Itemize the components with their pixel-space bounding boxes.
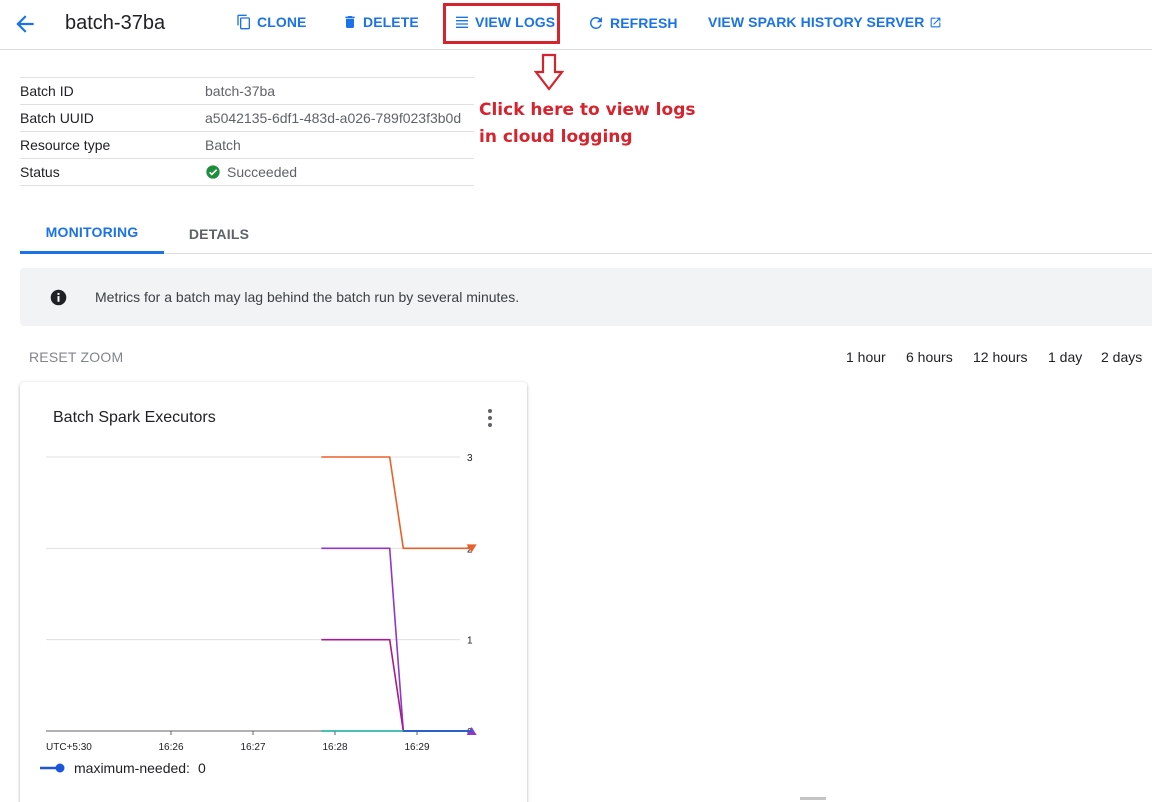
refresh-label: REFRESH: [610, 15, 678, 31]
info-icon: [50, 289, 67, 305]
info-key: Resource type: [20, 137, 111, 153]
check-circle-icon: [206, 165, 220, 179]
y-tick-label: 3: [467, 453, 473, 464]
x-tick-label: 16:26: [158, 742, 183, 753]
range-1-hour[interactable]: 1 hour: [846, 349, 886, 365]
info-row-batch-id: Batch ID batch-37ba: [20, 78, 474, 105]
annotation-line-1: Click here to view logs: [479, 100, 696, 120]
legend-label: maximum-needed:: [74, 760, 190, 776]
annotation-text: Click here to view logs in cloud logging: [479, 97, 695, 151]
executors-line-chart[interactable]: 0123UTC+5:3016:2616:2716:2816:29: [20, 382, 527, 802]
top-bar: batch-37ba CLONE DELETE VIEW LOGS REFRES…: [0, 0, 1152, 50]
batch-info-table: Batch ID batch-37ba Batch UUID a5042135-…: [20, 77, 474, 186]
trash-icon: [345, 16, 355, 28]
range-6-hours[interactable]: 6 hours: [906, 349, 953, 365]
metrics-lag-banner: Metrics for a batch may lag behind the b…: [20, 268, 1152, 326]
clone-label: CLONE: [257, 14, 307, 30]
range-12-hours[interactable]: 12 hours: [973, 349, 1027, 365]
refresh-icon: [590, 17, 602, 29]
tab-bar: MONITORING DETAILS: [20, 213, 1152, 254]
timezone-label: UTC+5:30: [46, 742, 92, 753]
open-in-new-icon: [931, 17, 941, 27]
legend-value: 0: [197, 760, 206, 776]
info-row-batch-uuid: Batch UUID a5042135-6df1-483d-a026-789f0…: [20, 105, 474, 132]
status-text: Succeeded: [227, 164, 298, 180]
spark-history-label: VIEW SPARK HISTORY SERVER: [708, 14, 925, 30]
chart-card: Batch Spark Executors 0123UTC+5:3016:261…: [20, 382, 527, 802]
annotation-down-arrow-icon: [534, 53, 564, 91]
info-row-status: Status Succeeded: [20, 159, 474, 186]
copy-icon: [237, 14, 250, 30]
info-row-resource-type: Resource type Batch: [20, 132, 474, 159]
reset-zoom-button[interactable]: RESET ZOOM: [29, 349, 123, 365]
x-tick-label: 16:29: [404, 742, 429, 753]
delete-button[interactable]: DELETE: [342, 14, 419, 30]
refresh-button[interactable]: REFRESH: [587, 14, 678, 32]
horizontal-scroll-indicator[interactable]: [800, 797, 826, 800]
info-key: Batch UUID: [20, 110, 94, 126]
legend-item-maximum-needed[interactable]: maximum-needed: 0: [40, 760, 206, 776]
info-key: Status: [20, 164, 60, 180]
range-2-days[interactable]: 2 days: [1101, 349, 1142, 365]
legend-swatch-icon: [40, 763, 65, 773]
clone-button[interactable]: CLONE: [236, 14, 307, 30]
banner-text: Metrics for a batch may lag behind the b…: [95, 289, 520, 305]
info-value: Batch: [205, 137, 241, 153]
info-value: a5042135-6df1-483d-a026-789f023f3b0d: [205, 110, 462, 126]
series-line-series-magenta: [321, 638, 472, 732]
arrow-back-icon: [16, 15, 34, 33]
series-line-series-orange: [321, 456, 472, 550]
tab-details[interactable]: DETAILS: [172, 213, 266, 254]
delete-label: DELETE: [363, 14, 419, 30]
range-1-day[interactable]: 1 day: [1048, 349, 1082, 365]
page-title: batch-37ba: [65, 12, 166, 34]
status-value: Succeeded: [205, 164, 297, 180]
view-logs-highlight-box: [443, 3, 560, 44]
back-button[interactable]: [12, 11, 38, 37]
info-key: Batch ID: [20, 83, 74, 99]
spark-history-link[interactable]: VIEW SPARK HISTORY SERVER: [708, 14, 942, 30]
x-tick-label: 16:28: [322, 742, 347, 753]
tab-monitoring[interactable]: MONITORING: [20, 213, 164, 254]
annotation-line-2: in cloud logging: [479, 127, 633, 147]
y-tick-label: 1: [467, 636, 473, 647]
info-value: batch-37ba: [205, 83, 276, 99]
x-tick-label: 16:27: [240, 742, 265, 753]
